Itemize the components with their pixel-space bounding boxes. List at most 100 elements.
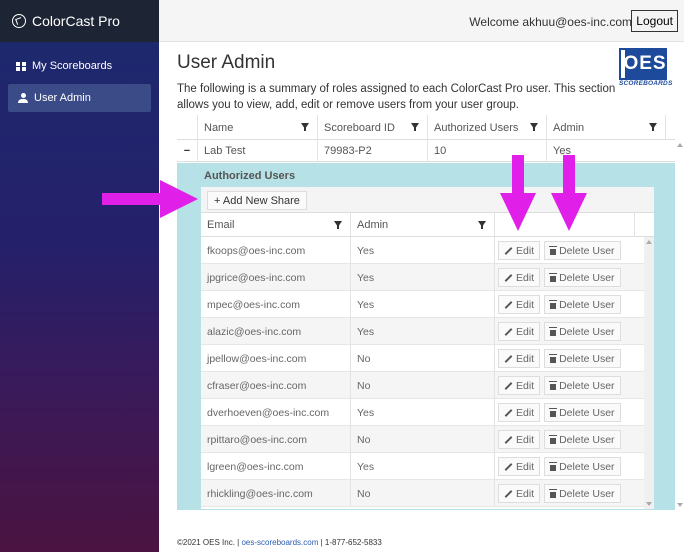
delete-user-button[interactable]: Delete User (544, 349, 621, 368)
table-row[interactable]: jpgrice@oes-inc.com Yes Edit Delete User (201, 264, 654, 291)
cell-admin: Yes (351, 291, 495, 318)
edit-button[interactable]: Edit (498, 430, 541, 449)
trash-icon (549, 488, 558, 498)
sidebar-item-label: User Admin (34, 92, 91, 104)
delete-user-button[interactable]: Delete User (544, 457, 621, 476)
cell-admin: No (351, 372, 495, 399)
cell-admin: Yes (351, 399, 495, 426)
authorized-users-grid: + Add New Share Email Admin fkoops@oes-i… (201, 187, 654, 509)
scrollbar[interactable] (675, 140, 684, 510)
trash-icon (549, 245, 558, 255)
edit-button[interactable]: Edit (498, 241, 541, 260)
welcome-text: Welcome akhuu@oes-inc.com (469, 15, 632, 29)
table-row[interactable]: fkoops@oes-inc.com Yes Edit Delete User (201, 237, 654, 264)
app-name: ColorCast Pro (32, 13, 120, 29)
cell-scoreboard-id: 79983-P2 (317, 140, 427, 162)
pencil-icon (504, 462, 513, 471)
collapse-toggle[interactable]: − (177, 140, 197, 162)
top-bar: Welcome akhuu@oes-inc.com Logout (159, 0, 684, 42)
delete-user-button[interactable]: Delete User (544, 322, 621, 341)
detail-panel: Authorized Users + Add New Share Email A… (177, 163, 675, 510)
scroll-down-icon[interactable] (677, 503, 683, 507)
edit-button[interactable]: Edit (498, 457, 541, 476)
trash-icon (549, 326, 558, 336)
pencil-icon (504, 381, 513, 390)
column-header-admin[interactable]: Admin (546, 115, 665, 140)
add-new-share-button[interactable]: + Add New Share (207, 191, 307, 210)
cell-actions: Edit Delete User (495, 453, 644, 480)
detail-title: Authorized Users (204, 170, 296, 182)
cell-admin: Yes (351, 237, 495, 264)
table-row[interactable]: cfraser@oes-inc.com No Edit Delete User (201, 372, 654, 399)
cell-actions: Edit Delete User (495, 318, 644, 345)
oes-logo: OES SCOREBOARDS (619, 48, 677, 88)
filter-icon[interactable] (301, 123, 309, 131)
edit-button[interactable]: Edit (498, 295, 541, 314)
cell-email: lgreen@oes-inc.com (201, 453, 351, 480)
table-row[interactable]: − Lab Test 79983-P2 10 Yes (177, 140, 675, 162)
delete-user-button[interactable]: Delete User (544, 295, 621, 314)
sidebar-item-my-scoreboards[interactable]: My Scoreboards (0, 52, 159, 80)
cell-actions: Edit Delete User (495, 426, 644, 453)
filter-icon[interactable] (334, 221, 342, 229)
users-grid: Name Scoreboard ID Authorized Users Admi… (177, 115, 675, 162)
delete-user-button[interactable]: Delete User (544, 430, 621, 449)
scroll-down-icon[interactable] (646, 502, 652, 506)
cell-email: mpec@oes-inc.com (201, 291, 351, 318)
delete-user-button[interactable]: Delete User (544, 403, 621, 422)
cell-email: fkoops@oes-inc.com (201, 237, 351, 264)
edit-button[interactable]: Edit (498, 484, 541, 503)
scrollbar[interactable] (644, 237, 654, 509)
pencil-icon (504, 246, 513, 255)
compass-icon (12, 14, 26, 28)
page-description: The following is a summary of roles assi… (177, 83, 616, 111)
user-icon (18, 93, 28, 103)
grid-icon (16, 61, 26, 71)
table-row[interactable]: alazic@oes-inc.com Yes Edit Delete User (201, 318, 654, 345)
cell-actions: Edit Delete User (495, 291, 644, 318)
sidebar-item-user-admin[interactable]: User Admin (8, 84, 151, 112)
delete-user-button[interactable]: Delete User (544, 376, 621, 395)
table-row[interactable]: lgreen@oes-inc.com Yes Edit Delete User (201, 453, 654, 480)
app-brand[interactable]: ColorCast Pro (0, 0, 159, 42)
column-header-scoreboard-id[interactable]: Scoreboard ID (317, 115, 427, 140)
edit-button[interactable]: Edit (498, 322, 541, 341)
table-row[interactable]: dverhoeven@oes-inc.com Yes Edit Delete U… (201, 399, 654, 426)
table-row[interactable]: rhickling@oes-inc.com No Edit Delete Use… (201, 480, 654, 507)
logout-button[interactable]: Logout (631, 10, 678, 32)
filter-icon[interactable] (411, 123, 419, 131)
page-title: User Admin (177, 52, 276, 73)
trash-icon (549, 272, 558, 282)
pencil-icon (504, 300, 513, 309)
table-row[interactable]: jpellow@oes-inc.com No Edit Delete User (201, 345, 654, 372)
filter-icon[interactable] (530, 123, 538, 131)
delete-user-button[interactable]: Delete User (544, 241, 621, 260)
filter-icon[interactable] (478, 221, 486, 229)
column-header-name[interactable]: Name (197, 115, 317, 140)
pencil-icon (504, 408, 513, 417)
edit-button[interactable]: Edit (498, 376, 541, 395)
delete-user-button[interactable]: Delete User (544, 268, 621, 287)
edit-button[interactable]: Edit (498, 349, 541, 368)
scroll-up-icon[interactable] (677, 143, 683, 147)
cell-actions: Edit Delete User (495, 480, 644, 507)
filter-icon[interactable] (649, 123, 657, 131)
column-header-admin[interactable]: Admin (351, 213, 495, 237)
table-row[interactable]: rpittaro@oes-inc.com No Edit Delete User (201, 426, 654, 453)
edit-button[interactable]: Edit (498, 403, 541, 422)
scroll-up-icon[interactable] (646, 240, 652, 244)
pencil-icon (504, 489, 513, 498)
cell-actions: Edit Delete User (495, 399, 644, 426)
column-header-email[interactable]: Email (201, 213, 351, 237)
cell-admin: Yes (351, 264, 495, 291)
edit-button[interactable]: Edit (498, 268, 541, 287)
footer-link[interactable]: oes-scoreboards.com (241, 538, 318, 547)
pencil-icon (504, 354, 513, 363)
annotation-arrow-right (102, 180, 198, 218)
table-row[interactable]: mpec@oes-inc.com Yes Edit Delete User (201, 291, 654, 318)
cell-actions: Edit Delete User (495, 372, 644, 399)
column-header-authorized-users[interactable]: Authorized Users (427, 115, 546, 140)
cell-admin: No (351, 426, 495, 453)
delete-user-button[interactable]: Delete User (544, 484, 621, 503)
cell-email: alazic@oes-inc.com (201, 318, 351, 345)
